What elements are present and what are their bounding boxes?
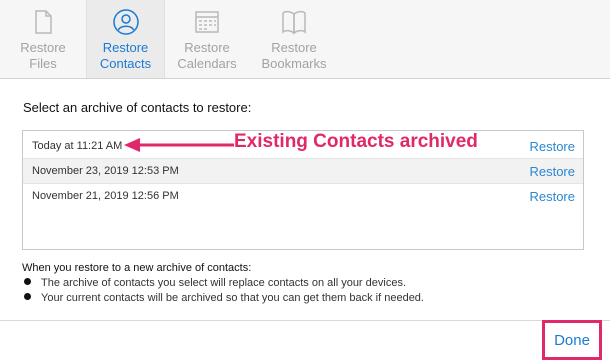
toolbar: Restore Files Restore Contacts Restore C…: [0, 0, 610, 79]
contact-icon: [112, 9, 139, 35]
document-icon: [35, 10, 52, 34]
notes-bullet: The archive of contacts you select will …: [24, 277, 406, 289]
tab-restore-contacts[interactable]: Restore Contacts: [86, 0, 165, 78]
archive-row[interactable]: November 23, 2019 12:53 PM Restore: [23, 159, 583, 184]
tab-label: Restore Contacts: [99, 40, 152, 71]
notes-title: When you restore to a new archive of con…: [22, 262, 252, 274]
restore-button[interactable]: Restore: [529, 164, 575, 179]
bullet-icon: [24, 278, 31, 285]
restore-button[interactable]: Restore: [529, 189, 575, 204]
tab-label: Restore Files: [20, 40, 66, 71]
annotation-arrow-icon: [124, 138, 234, 152]
notes-bullet: Your current contacts will be archived s…: [24, 292, 424, 304]
footer-divider: [0, 320, 610, 321]
tab-restore-bookmarks[interactable]: Restore Bookmarks: [249, 0, 339, 78]
annotation-label: Existing Contacts archived: [234, 131, 478, 152]
tab-label: Restore Calendars: [177, 40, 237, 71]
bullet-icon: [24, 293, 31, 300]
calendar-icon: [195, 11, 219, 33]
page-heading: Select an archive of contacts to restore…: [23, 100, 252, 115]
done-button[interactable]: Done: [542, 320, 602, 360]
archive-date: Today at 11:21 AM: [32, 140, 123, 152]
tab-restore-calendars[interactable]: Restore Calendars: [165, 0, 249, 78]
archive-date: November 23, 2019 12:53 PM: [32, 165, 179, 177]
tab-label: Restore Bookmarks: [261, 40, 327, 71]
book-icon: [282, 10, 306, 35]
restore-button[interactable]: Restore: [529, 139, 575, 154]
tab-restore-files[interactable]: Restore Files: [0, 0, 86, 78]
archive-row[interactable]: November 21, 2019 12:56 PM Restore: [23, 184, 583, 209]
archive-date: November 21, 2019 12:56 PM: [32, 190, 179, 202]
